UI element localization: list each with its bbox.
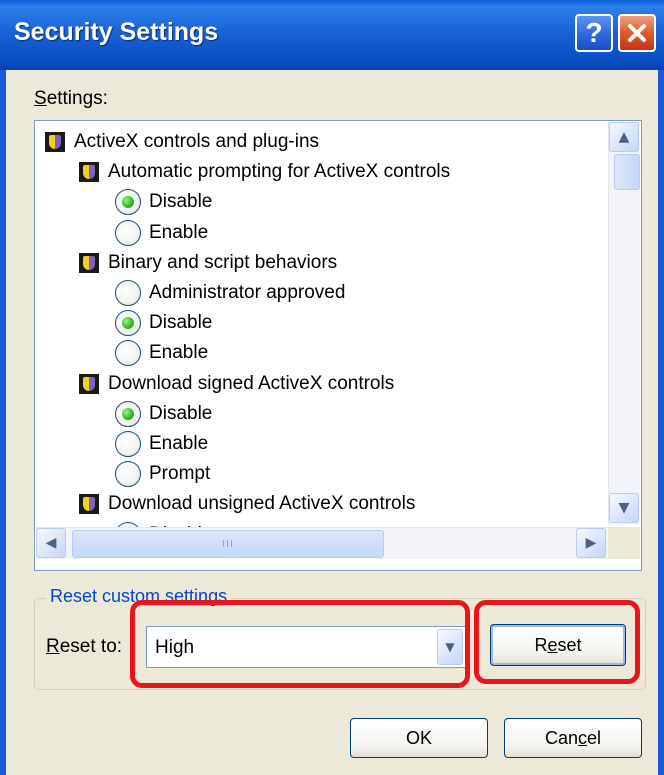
window-frame-right: [658, 70, 664, 775]
radio-option[interactable]: Prompt: [115, 459, 210, 489]
radio-unchecked-icon[interactable]: [115, 340, 141, 367]
security-settings-dialog: Security Settings ? Settings: ActiveX co…: [0, 0, 664, 775]
tree-item-label: Prompt: [149, 463, 211, 485]
tree-item-label: Download unsigned ActiveX controls: [108, 493, 416, 515]
scroll-up-icon[interactable]: ▲: [609, 122, 639, 152]
cancel-button[interactable]: Can c el: [504, 718, 642, 758]
tree-item-label: ActiveX controls and plug-ins: [74, 131, 320, 152]
settings-label: Settings:: [34, 88, 108, 110]
tree-item-label: Administrator approved: [149, 282, 346, 303]
radio-option[interactable]: Administrator approved: [115, 278, 345, 308]
tree-setting: Download signed ActiveX controls: [79, 369, 394, 399]
radio-option[interactable]: Disable: [115, 308, 212, 338]
shield-icon: [79, 373, 99, 394]
radio-option[interactable]: Enable: [115, 429, 208, 459]
vertical-scroll-thumb[interactable]: [614, 154, 640, 190]
help-glyph: ?: [585, 17, 603, 48]
shield-icon: [79, 162, 99, 183]
scroll-down-icon[interactable]: ▼: [609, 493, 639, 523]
tree-item-label: Enable: [149, 433, 209, 454]
horizontal-scroll-thumb[interactable]: III: [72, 530, 384, 558]
tree-item-label: Download signed ActiveX controls: [108, 372, 395, 394]
radio-unchecked-icon[interactable]: [115, 219, 141, 246]
reset-to-accel: R: [46, 636, 60, 657]
shield-icon: [79, 252, 99, 273]
radio-option[interactable]: Enable: [115, 218, 208, 248]
radio-unchecked-icon[interactable]: [115, 461, 141, 488]
tree-category: ActiveX controls and plug-ins: [45, 127, 319, 157]
tree-item-label: Binary and script behaviors: [108, 251, 338, 273]
close-glyph: [628, 24, 646, 42]
cancel-button-post: el: [587, 727, 602, 748]
reset-to-rest: eset to:: [59, 636, 123, 657]
radio-option[interactable]: Enable: [115, 338, 208, 368]
scrollbar-corner: [608, 527, 640, 559]
tree-item-label: Disable: [149, 312, 213, 334]
dialog-title: Security Settings: [14, 18, 219, 46]
close-icon[interactable]: [618, 14, 656, 52]
cancel-button-accel: c: [578, 727, 587, 748]
tree-item-label: Enable: [149, 342, 209, 364]
shield-icon: [79, 494, 99, 515]
tree-setting: Download unsigned ActiveX controls: [79, 489, 415, 519]
radio-option[interactable]: Disable: [115, 399, 212, 429]
settings-tree[interactable]: ActiveX controls and plug-ins Automatic p…: [34, 120, 642, 571]
radio-checked-icon[interactable]: [115, 400, 141, 427]
radio-unchecked-icon[interactable]: [115, 280, 141, 306]
annotation-highlight-select: [130, 600, 470, 688]
shield-icon: [45, 132, 65, 152]
window-frame-left: [0, 70, 6, 775]
title-bar[interactable]: Security Settings ?: [0, 0, 664, 70]
tree-setting: Automatic prompting for ActiveX controls: [79, 157, 450, 187]
help-icon[interactable]: ?: [575, 14, 613, 52]
radio-checked-icon[interactable]: [115, 310, 141, 337]
radio-option[interactable]: Disable: [115, 187, 212, 217]
tree-item-label: Automatic prompting for ActiveX controls: [108, 161, 451, 183]
cancel-button-pre: Can: [544, 727, 578, 748]
scroll-left-icon[interactable]: ◀: [36, 528, 66, 558]
tree-setting: Binary and script behaviors: [79, 248, 337, 278]
annotation-highlight-reset: [474, 600, 640, 684]
radio-unchecked-icon[interactable]: [115, 431, 141, 457]
reset-to-label: Reset to:: [46, 636, 122, 658]
radio-checked-icon[interactable]: [115, 189, 141, 216]
tree-item-label: Enable: [149, 221, 209, 243]
ok-button[interactable]: OK: [350, 718, 488, 758]
scroll-grip: III: [222, 538, 234, 550]
tree-item-label: Disable: [149, 191, 213, 213]
settings-label-accel: S: [34, 88, 47, 109]
tree-item-label: Disable: [149, 402, 213, 424]
settings-label-rest: ettings:: [46, 88, 108, 109]
scroll-right-icon[interactable]: ▶: [576, 528, 606, 558]
